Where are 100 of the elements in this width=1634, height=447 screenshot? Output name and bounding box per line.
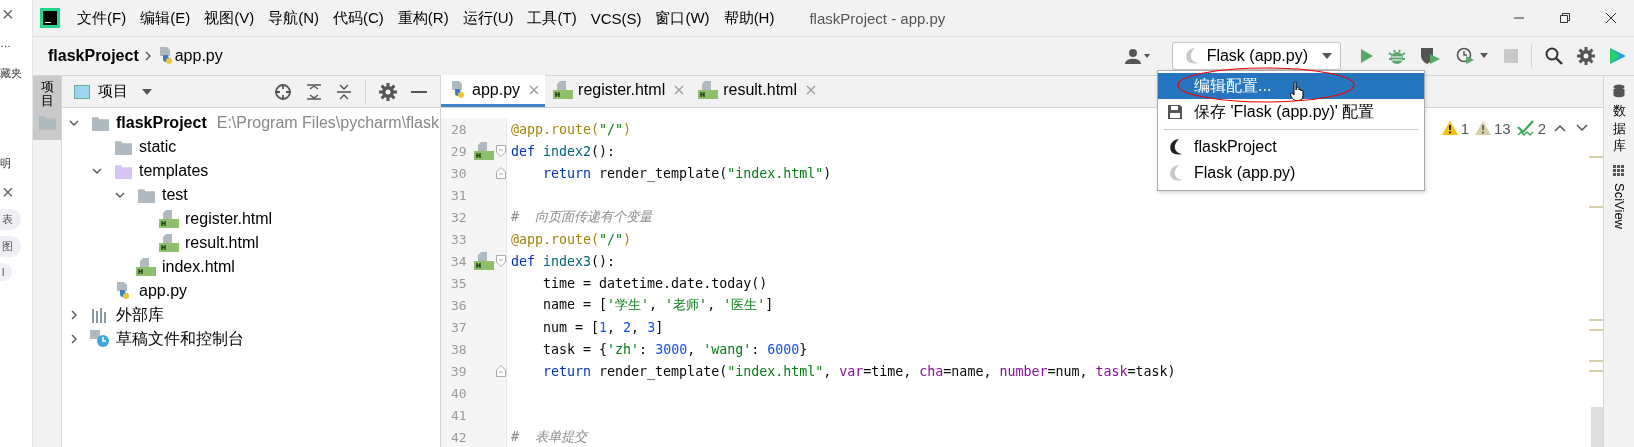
error-stripe-mark bbox=[1589, 156, 1603, 158]
save-icon bbox=[1166, 105, 1184, 119]
fold-marker-icon[interactable] bbox=[496, 255, 506, 267]
warning-icon bbox=[1474, 121, 1491, 135]
folder-path: E:\Program Files\pycharm\flask bbox=[216, 114, 439, 132]
folder-icon bbox=[113, 163, 133, 179]
tree-item[interactable]: 外部库 bbox=[116, 304, 164, 326]
menu-item[interactable]: 文件(F) bbox=[70, 8, 134, 28]
error-stripe-mark bbox=[1589, 360, 1603, 362]
menu-item[interactable]: Flask (app.py) bbox=[1158, 160, 1424, 186]
tree-item[interactable]: flaskProject bbox=[116, 114, 207, 132]
editor-tab[interactable]: app.py bbox=[441, 75, 546, 107]
tree-item[interactable]: register.html bbox=[185, 210, 273, 228]
warning-icon bbox=[1441, 121, 1458, 135]
html-file-icon bbox=[698, 80, 719, 99]
tree-item[interactable]: static bbox=[139, 138, 177, 156]
code-line: task = {'zh': 3000, 'wang': 6000} bbox=[542, 341, 808, 357]
line-number: 31 bbox=[449, 187, 467, 203]
caret-icon bbox=[142, 88, 152, 95]
code-line: @app.route("/") bbox=[511, 231, 632, 247]
code-line: def index2(): bbox=[511, 143, 616, 159]
tag-chip[interactable]: 图 bbox=[0, 236, 21, 257]
error-stripe-mark bbox=[1589, 206, 1603, 208]
tree-item[interactable]: result.html bbox=[185, 234, 259, 252]
menu-item[interactable]: 窗口(W) bbox=[648, 8, 717, 28]
project-tool-tab[interactable]: 项目 bbox=[33, 76, 61, 111]
tag-chip[interactable]: l bbox=[0, 263, 13, 281]
code-line: @app.route("/") bbox=[511, 121, 632, 137]
error-stripe-mark bbox=[1589, 329, 1603, 331]
close-icon[interactable] bbox=[1605, 12, 1617, 24]
tree-item[interactable]: test bbox=[162, 186, 188, 204]
fold-marker-icon[interactable] bbox=[496, 365, 506, 377]
line-number: 38 bbox=[449, 341, 467, 357]
menu-item[interactable]: 编辑配置... bbox=[1158, 73, 1424, 99]
line-number: 32 bbox=[449, 209, 467, 225]
tree-item[interactable]: index.html bbox=[162, 258, 235, 276]
menu-item[interactable]: 视图(V) bbox=[197, 8, 262, 28]
breadcrumb-item[interactable]: app.py bbox=[174, 47, 223, 65]
line-number: 35 bbox=[449, 275, 467, 291]
text-fragment: 藏夹 bbox=[0, 66, 22, 81]
code-line: time = datetime.date.today() bbox=[542, 275, 768, 291]
close-icon[interactable]: × bbox=[0, 178, 14, 206]
run-config-dropdown[interactable]: Flask (app.py) bbox=[1171, 42, 1341, 70]
line-number: 28 bbox=[449, 121, 467, 137]
fold-marker-icon[interactable] bbox=[496, 167, 506, 179]
code-line: num = [1, 2, 3] bbox=[542, 319, 664, 335]
line-number: 39 bbox=[449, 363, 467, 379]
restore-icon[interactable] bbox=[1559, 12, 1571, 24]
tag-chip[interactable]: 表 bbox=[0, 209, 21, 230]
menu-item[interactable]: 保存 'Flask (app.py)' 配置 bbox=[1158, 99, 1424, 125]
menu-item[interactable]: 工具(T) bbox=[520, 8, 584, 28]
tree-item[interactable]: 草稿文件和控制台 bbox=[116, 328, 244, 350]
text-fragment: 明 bbox=[0, 156, 11, 171]
tree-item[interactable]: templates bbox=[139, 162, 209, 180]
chevron-icon[interactable] bbox=[114, 190, 126, 200]
html-file-icon bbox=[136, 258, 156, 276]
menu-item[interactable]: 编辑(E) bbox=[133, 8, 198, 28]
html-file-icon[interactable] bbox=[474, 252, 495, 270]
scrollbar-thumb[interactable] bbox=[1591, 407, 1603, 447]
editor-tab[interactable]: register.html bbox=[545, 75, 691, 107]
code-line: # 表单提交 bbox=[511, 428, 588, 446]
folder-icon bbox=[90, 115, 110, 131]
folder-icon bbox=[113, 139, 133, 155]
html-file-icon[interactable] bbox=[474, 142, 495, 160]
menu-item[interactable]: 重构(R) bbox=[390, 8, 456, 28]
menu-item[interactable]: VCS(S) bbox=[583, 9, 649, 27]
weak-warning-counter[interactable]: 13 bbox=[1471, 119, 1514, 137]
menu-item[interactable]: 导航(N) bbox=[261, 8, 326, 28]
window-icon bbox=[74, 84, 90, 99]
chevron-icon[interactable] bbox=[68, 118, 80, 128]
typo-counter[interactable]: 2 bbox=[1513, 119, 1549, 137]
text-fragment: … bbox=[0, 36, 11, 51]
folder-icon bbox=[136, 187, 156, 203]
tree-item[interactable]: app.py bbox=[139, 282, 188, 300]
line-number: 36 bbox=[449, 297, 467, 313]
line-number: 37 bbox=[449, 319, 467, 335]
python-file-icon bbox=[449, 80, 467, 99]
html-file-icon bbox=[159, 234, 179, 252]
tool-window-tab[interactable]: 数据库 bbox=[1612, 80, 1626, 162]
line-number: 42 bbox=[449, 429, 467, 445]
scratch-file-icon bbox=[90, 330, 110, 348]
menu-item[interactable]: 帮助(H) bbox=[716, 8, 782, 28]
menu-item[interactable]: flaskProject bbox=[1158, 134, 1424, 160]
error-stripe-mark bbox=[1589, 319, 1603, 321]
breadcrumb-item[interactable]: flaskProject bbox=[48, 47, 139, 65]
menu-item[interactable]: 代码(C) bbox=[326, 8, 391, 28]
line-number: 30 bbox=[449, 165, 467, 181]
tool-window-tab[interactable]: SciView bbox=[1611, 161, 1627, 238]
fold-marker-icon[interactable] bbox=[496, 145, 506, 157]
close-icon[interactable]: × bbox=[0, 0, 14, 28]
line-number: 29 bbox=[449, 143, 467, 159]
editor-tab[interactable]: result.html bbox=[690, 75, 822, 107]
view-selector[interactable]: 项目 bbox=[68, 82, 158, 101]
app-logo-icon bbox=[40, 8, 60, 28]
chevron-icon[interactable] bbox=[91, 166, 103, 176]
menu-item[interactable]: 运行(U) bbox=[455, 8, 521, 28]
hand-cursor-icon bbox=[1290, 81, 1304, 101]
line-number: 40 bbox=[449, 385, 467, 401]
warning-counter[interactable]: 1 bbox=[1438, 119, 1472, 137]
code-line: return render_template("index.html") bbox=[542, 165, 832, 181]
